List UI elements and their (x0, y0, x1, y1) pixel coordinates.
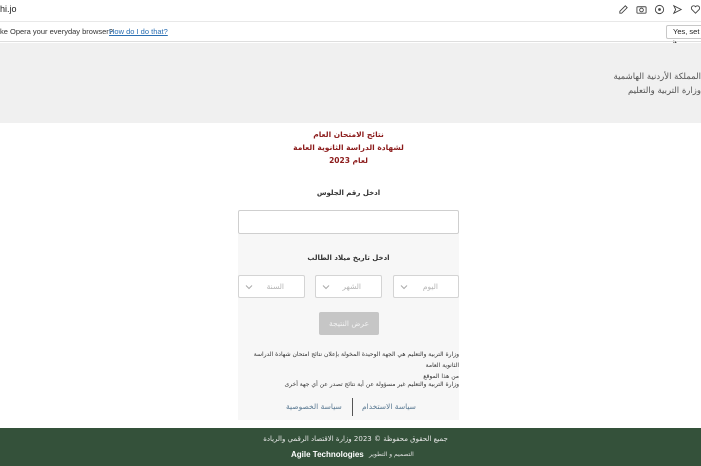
day-select[interactable]: اليوم (393, 275, 459, 298)
seat-number-input[interactable] (238, 210, 459, 234)
extension-icon[interactable] (653, 3, 665, 15)
edit-icon[interactable] (617, 3, 629, 15)
default-browser-infobar: ke Opera your everyday browser? How do I… (0, 22, 701, 48)
set-default-button[interactable]: Yes, set it (666, 25, 701, 48)
title-line-3: لعام 2023 (329, 156, 368, 165)
chevron-down-icon (322, 285, 330, 290)
site-header (0, 43, 701, 123)
camera-icon[interactable] (635, 3, 647, 15)
site-footer: جميع الحقوق محفوظة © 2023 وزارة الاقتصاد… (0, 428, 701, 466)
page-title: نتائج الامتحان العام لشهادة الدراسة الثا… (238, 128, 459, 167)
privacy-policy-link[interactable]: سياسة الخصوصية (286, 402, 342, 411)
disclaimer-note-2: وزارة التربية والتعليم غير مسؤولة عن أية… (284, 381, 459, 388)
disclaimer-note-1: وزارة التربية والتعليم هي الجهة الوحيدة … (242, 349, 459, 382)
note-1-line-1: وزارة التربية والتعليم هي الجهة الوحيدة … (253, 351, 459, 369)
send-icon[interactable] (671, 3, 683, 15)
toolbar-icons (617, 3, 701, 15)
credit-text: التصميم و التطوير (369, 451, 414, 458)
developer-brand[interactable]: Agile Technologies (291, 450, 364, 459)
year-select-text: السنة (266, 282, 284, 291)
month-select[interactable]: الشهر (315, 275, 382, 298)
month-select-text: الشهر (342, 282, 361, 291)
infobar-message: ke Opera your everyday browser? (0, 27, 113, 36)
day-select-text: اليوم (422, 282, 438, 291)
heart-icon[interactable] (689, 3, 701, 15)
seat-number-label: ادخل رقم الجلوس (316, 189, 381, 197)
year-select[interactable]: السنة (238, 275, 305, 298)
chevron-down-icon (245, 285, 253, 290)
browser-toolbar: hi.jo (0, 0, 701, 22)
title-line-2: لشهادة الدراسة الثانوية العامة (293, 143, 404, 152)
terms-of-use-link[interactable]: سياسة الاستخدام (362, 402, 416, 411)
link-separator (352, 398, 353, 416)
kingdom-line: المملكة الأردنية الهاشمية (613, 72, 701, 82)
ministry-line: وزارة التربية والتعليم (628, 86, 701, 96)
ministry-name: المملكة الأردنية الهاشمية وزارة التربية … (614, 70, 701, 98)
results-form: نتائج الامتحان العام لشهادة الدراسة الثا… (238, 124, 459, 420)
address-bar[interactable]: hi.jo (0, 4, 17, 14)
policy-links: سياسة الخصوصية سياسة الاستخدام (286, 398, 416, 418)
title-line-1: نتائج الامتحان العام (313, 130, 384, 139)
infobar-help-link[interactable]: How do I do that? (109, 27, 168, 36)
copyright-text: جميع الحقوق محفوظة © 2023 وزارة الاقتصاد… (263, 435, 448, 443)
chevron-down-icon (400, 285, 408, 290)
show-result-button[interactable]: عرض النتيجة (319, 312, 379, 335)
dob-label: ادخل تاريخ ميلاد الطالب (307, 254, 390, 262)
